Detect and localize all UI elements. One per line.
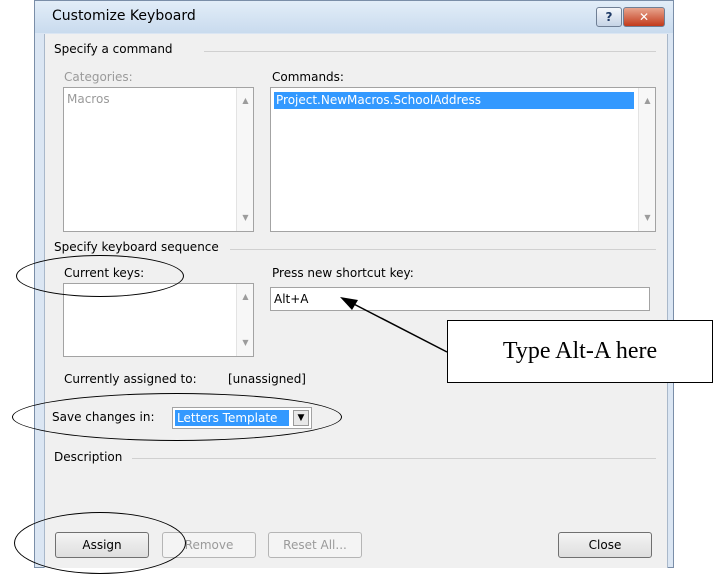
annotation-arrow	[340, 297, 448, 353]
annotation-callout: Type Alt-A here	[447, 320, 713, 383]
